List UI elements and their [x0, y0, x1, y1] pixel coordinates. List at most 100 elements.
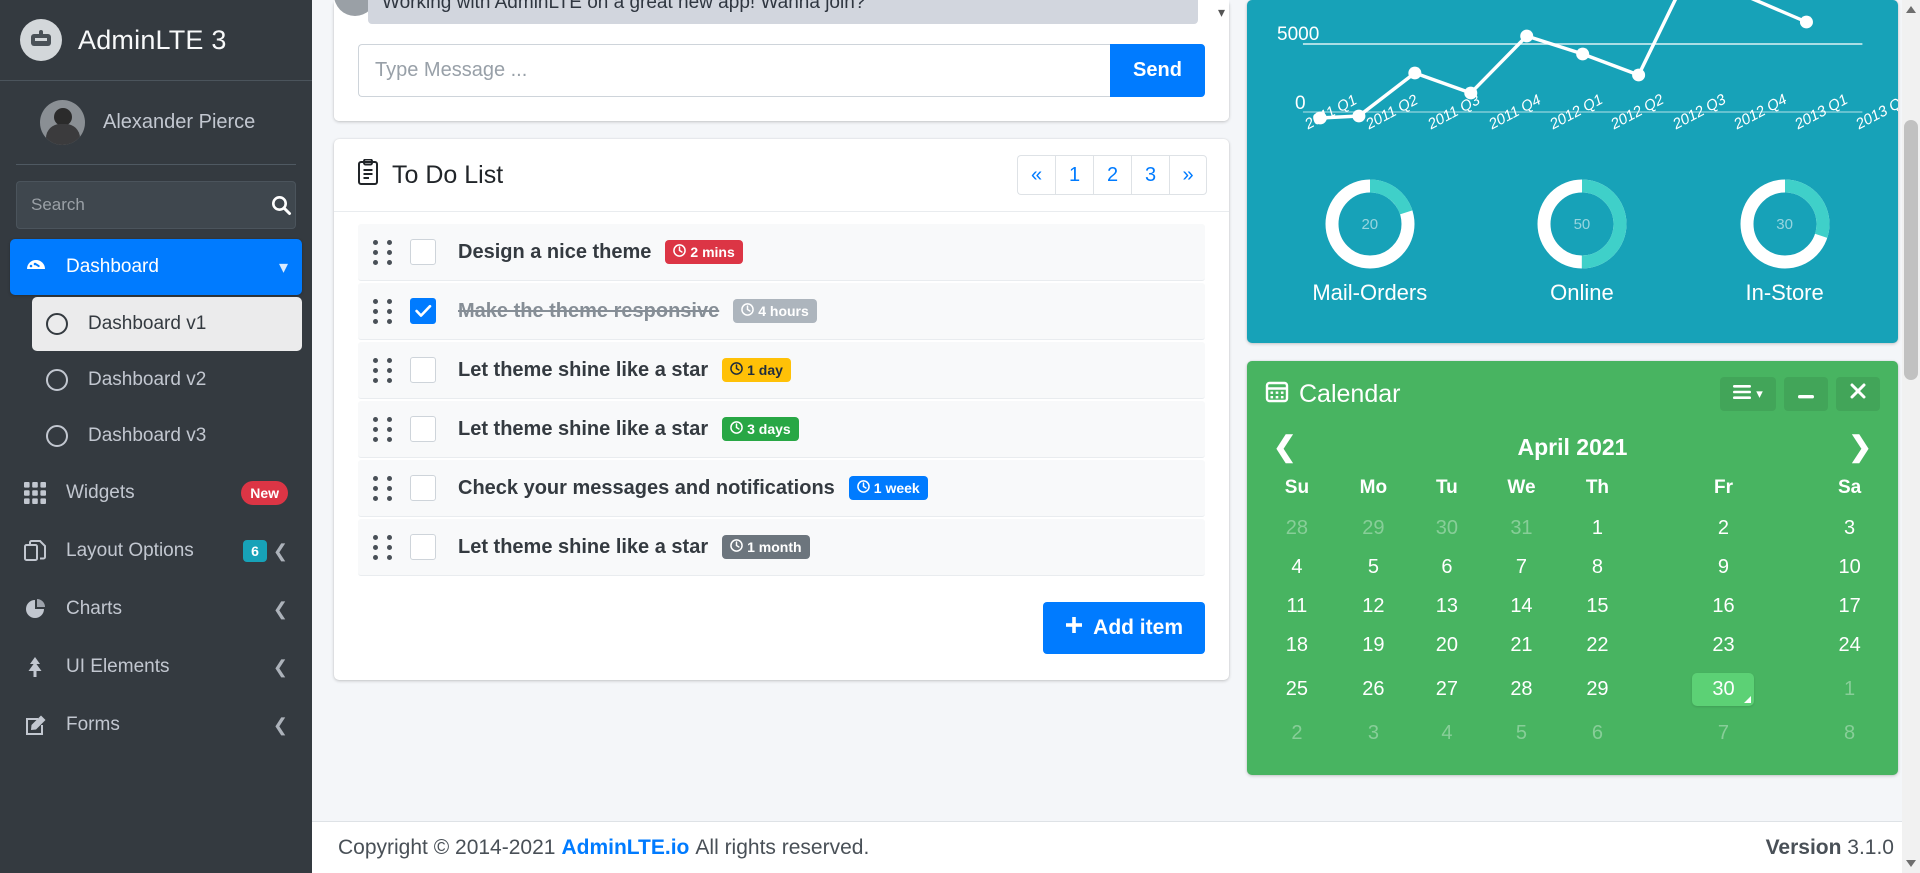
message-input[interactable]	[358, 44, 1110, 97]
calendar-day[interactable]: 9	[1632, 548, 1815, 587]
calendar-day[interactable]: 18	[1261, 626, 1333, 665]
calendar-day[interactable]: 7	[1632, 714, 1815, 753]
calendar-day[interactable]: 2	[1632, 509, 1815, 548]
pagination-last[interactable]: »	[1169, 155, 1207, 195]
pagination-page-2[interactable]: 2	[1093, 155, 1131, 195]
sidebar-item-widgets[interactable]: Widgets New	[10, 465, 302, 521]
user-panel[interactable]: Alexander Pierce	[16, 81, 296, 165]
calendar-day[interactable]: 14	[1480, 587, 1563, 626]
sidebar-item-ui-elements[interactable]: UI Elements ❮	[10, 639, 302, 695]
todo-checkbox[interactable]	[410, 534, 436, 560]
calendar-day[interactable]: 5	[1333, 548, 1414, 587]
adminlte-link[interactable]: AdminLTE.io	[561, 836, 689, 860]
drag-handle-icon[interactable]	[370, 298, 396, 324]
search-button[interactable]	[266, 181, 296, 229]
calendar-day[interactable]: 6	[1414, 548, 1480, 587]
calendar-day[interactable]: 15	[1563, 587, 1632, 626]
sidebar-item-charts[interactable]: Charts ❮	[10, 581, 302, 637]
chevron-left-icon[interactable]: ❮	[273, 657, 288, 678]
todo-item-text: Check your messages and notifications	[458, 476, 835, 499]
calendar-day[interactable]: 7	[1480, 548, 1563, 587]
calendar-close-button[interactable]	[1836, 377, 1880, 411]
scroll-up-icon[interactable]	[1906, 6, 1916, 13]
calendar-day[interactable]: 29	[1333, 509, 1414, 548]
todo-checkbox[interactable]	[410, 298, 436, 324]
drag-handle-icon[interactable]	[370, 239, 396, 265]
todo-item[interactable]: Check your messages and notifications 1 w…	[358, 460, 1205, 517]
calendar-menu-dropdown-button[interactable]: ▾	[1720, 377, 1776, 411]
drag-handle-icon[interactable]	[370, 357, 396, 383]
sidebar-item-dashboard-v3[interactable]: Dashboard v3	[32, 409, 302, 463]
calendar-prev-month-button[interactable]: ❮	[1273, 433, 1296, 461]
calendar-day[interactable]: 4	[1414, 714, 1480, 753]
calendar-day[interactable]: 25	[1261, 665, 1333, 714]
todo-due-label: 1 day	[747, 362, 783, 378]
calendar-day[interactable]: 11	[1261, 587, 1333, 626]
calendar-day[interactable]: 16	[1632, 587, 1815, 626]
calendar-day[interactable]: 28	[1480, 665, 1563, 714]
page-scrollbar[interactable]	[1902, 0, 1920, 873]
calendar-day[interactable]: 8	[1815, 714, 1884, 753]
calendar-day[interactable]: 3	[1815, 509, 1884, 548]
add-item-button[interactable]: Add item	[1043, 602, 1205, 654]
todo-item[interactable]: Design a nice theme 2 mins	[358, 224, 1205, 281]
todo-item[interactable]: Make the theme responsive 4 hours	[358, 283, 1205, 340]
brand-header[interactable]: AdminLTE 3	[0, 0, 312, 81]
calendar-day[interactable]: 10	[1815, 548, 1884, 587]
todo-checkbox[interactable]	[410, 357, 436, 383]
search-input[interactable]	[16, 181, 266, 229]
calendar-day[interactable]: 17	[1815, 587, 1884, 626]
scrollbar-thumb[interactable]	[1904, 120, 1918, 380]
calendar-day[interactable]: 6	[1563, 714, 1632, 753]
calendar-day[interactable]: 4	[1261, 548, 1333, 587]
calendar-day[interactable]: 28	[1261, 509, 1333, 548]
calendar-next-month-button[interactable]: ❯	[1849, 433, 1872, 461]
calendar-day[interactable]: 1	[1815, 665, 1884, 714]
todo-checkbox[interactable]	[410, 416, 436, 442]
pagination-first[interactable]: «	[1017, 155, 1055, 195]
sidebar-item-dashboard-v1[interactable]: Dashboard v1	[32, 297, 302, 351]
drag-handle-icon[interactable]	[370, 534, 396, 560]
sidebar-item-dashboard-v2[interactable]: Dashboard v2	[32, 353, 302, 407]
calendar-day[interactable]: 21	[1480, 626, 1563, 665]
calendar-day[interactable]: 3	[1333, 714, 1414, 753]
chevron-left-icon[interactable]: ❮	[273, 541, 288, 562]
sidebar-item-dashboard[interactable]: Dashboard ▾	[10, 239, 302, 295]
sidebar-item-forms[interactable]: Forms ❮	[10, 697, 302, 753]
todo-item[interactable]: Let theme shine like a star 1 day	[358, 342, 1205, 399]
calendar-day[interactable]: 23	[1632, 626, 1815, 665]
calendar-day[interactable]: 30	[1414, 509, 1480, 548]
calendar-day[interactable]: 26	[1333, 665, 1414, 714]
todo-checkbox[interactable]	[410, 239, 436, 265]
scroll-down-icon[interactable]	[1906, 860, 1916, 867]
calendar-day[interactable]: 1	[1563, 509, 1632, 548]
calendar-day[interactable]: 22	[1563, 626, 1632, 665]
calendar-day[interactable]: 19	[1333, 626, 1414, 665]
calendar-day[interactable]: 29	[1563, 665, 1632, 714]
todo-checkbox[interactable]	[410, 475, 436, 501]
calendar-day[interactable]: 24	[1815, 626, 1884, 665]
calendar-day[interactable]: 27	[1414, 665, 1480, 714]
calendar-collapse-button[interactable]	[1784, 377, 1828, 411]
calendar-day[interactable]: 12	[1333, 587, 1414, 626]
drag-handle-icon[interactable]	[370, 475, 396, 501]
pagination-page-3[interactable]: 3	[1131, 155, 1169, 195]
sidebar-search[interactable]	[16, 181, 296, 229]
sidebar-item-layout-options[interactable]: Layout Options 6 ❮	[10, 523, 302, 579]
chevron-left-icon[interactable]: ❮	[273, 715, 288, 736]
chevron-down-icon[interactable]: ▾	[279, 257, 288, 278]
chat-scroll-down-icon[interactable]: ▾	[1218, 4, 1225, 21]
calendar-day[interactable]: 20	[1414, 626, 1480, 665]
pagination-page-1[interactable]: 1	[1055, 155, 1093, 195]
drag-handle-icon[interactable]	[370, 416, 396, 442]
calendar-day[interactable]: 2	[1261, 714, 1333, 753]
send-button[interactable]: Send	[1110, 44, 1205, 97]
calendar-day[interactable]: 31	[1480, 509, 1563, 548]
calendar-day-today[interactable]: 30	[1632, 665, 1815, 714]
calendar-day[interactable]: 5	[1480, 714, 1563, 753]
todo-item[interactable]: Let theme shine like a star 1 month	[358, 519, 1205, 576]
chevron-left-icon[interactable]: ❮	[273, 599, 288, 620]
todo-item[interactable]: Let theme shine like a star 3 days	[358, 401, 1205, 458]
calendar-day[interactable]: 8	[1563, 548, 1632, 587]
calendar-day[interactable]: 13	[1414, 587, 1480, 626]
